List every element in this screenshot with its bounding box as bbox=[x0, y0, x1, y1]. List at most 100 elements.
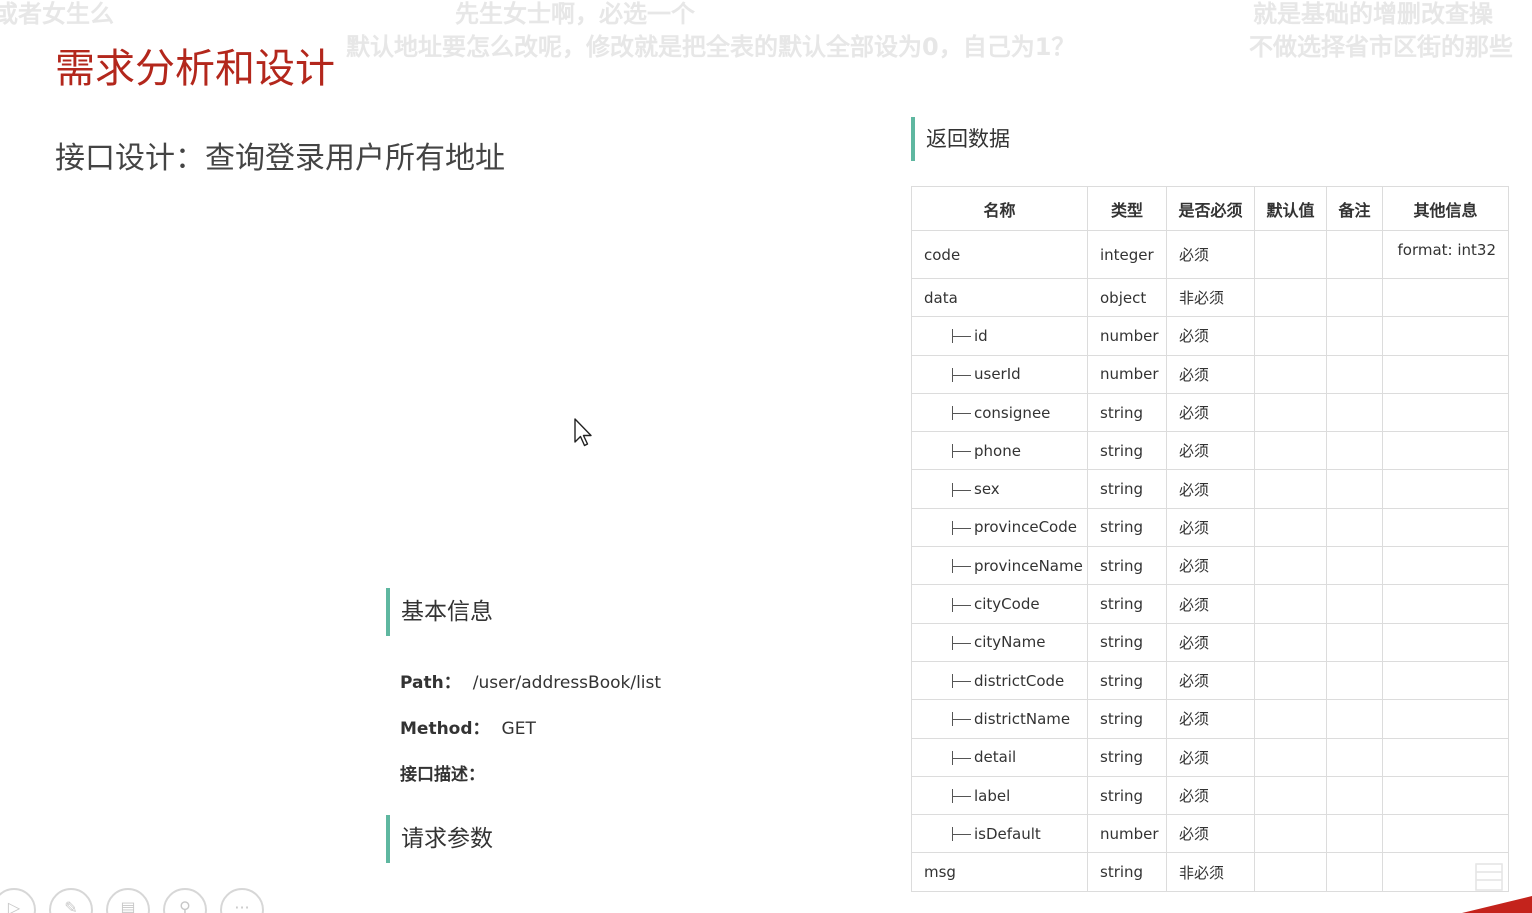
field-name: id bbox=[974, 326, 988, 345]
field-name: districtCode bbox=[974, 671, 1065, 690]
zoom-icon[interactable]: ⚲ bbox=[163, 888, 207, 913]
cell-required: 必须 bbox=[1166, 699, 1255, 739]
cell-name: sex bbox=[911, 469, 1088, 509]
slide-title: 需求分析和设计 bbox=[55, 46, 335, 92]
cell-note bbox=[1326, 584, 1383, 624]
basic-info-heading: 基本信息 bbox=[386, 588, 493, 636]
table-row: sex string 必须 bbox=[911, 469, 1509, 509]
field-name: data bbox=[924, 288, 958, 307]
cell-name: detail bbox=[911, 737, 1088, 777]
cell-default bbox=[1254, 622, 1327, 662]
cell-other bbox=[1382, 660, 1509, 701]
table-row: districtName string 必须 bbox=[911, 699, 1509, 739]
cell-type: object bbox=[1087, 277, 1167, 318]
column-header-type: 类型 bbox=[1087, 186, 1167, 231]
tree-branch-icon bbox=[952, 597, 972, 612]
table-row: provinceName string 必须 bbox=[911, 546, 1509, 586]
cell-name: data bbox=[911, 277, 1088, 318]
more-icon[interactable]: ··· bbox=[220, 888, 264, 913]
corner-logo-icon bbox=[1462, 863, 1532, 913]
cell-default bbox=[1254, 546, 1327, 586]
table-row: code integer 必须 format: int32 bbox=[911, 230, 1509, 279]
cell-type: string bbox=[1087, 660, 1167, 701]
cell-other bbox=[1382, 354, 1509, 394]
mouse-pointer-icon bbox=[574, 418, 592, 447]
cell-other bbox=[1382, 469, 1509, 509]
cell-note bbox=[1326, 392, 1383, 433]
field-name: sex bbox=[974, 480, 1000, 499]
cell-other bbox=[1382, 431, 1509, 471]
cell-type: string bbox=[1087, 584, 1167, 624]
cell-type: string bbox=[1087, 546, 1167, 586]
cell-other bbox=[1382, 392, 1509, 433]
play-icon[interactable]: ▷ bbox=[0, 888, 36, 913]
cell-note bbox=[1326, 507, 1383, 548]
cell-note bbox=[1326, 431, 1383, 471]
cell-name: cityName bbox=[911, 622, 1088, 662]
field-name: provinceName bbox=[974, 556, 1083, 575]
field-name: msg bbox=[924, 863, 956, 882]
tree-branch-icon bbox=[952, 750, 972, 765]
slides-icon[interactable]: ▤ bbox=[106, 888, 150, 913]
cell-required: 必须 bbox=[1166, 814, 1255, 854]
cell-required: 必须 bbox=[1166, 622, 1255, 662]
tree-branch-icon bbox=[952, 674, 972, 689]
pen-icon[interactable]: ✎ bbox=[49, 888, 93, 913]
path-value: /user/addressBook/list bbox=[472, 673, 662, 693]
cell-name: provinceName bbox=[911, 546, 1088, 586]
cell-note bbox=[1326, 230, 1383, 279]
cell-name: districtCode bbox=[911, 660, 1088, 701]
field-name: provinceCode bbox=[974, 518, 1077, 537]
cell-required: 必须 bbox=[1166, 737, 1255, 777]
cell-type: string bbox=[1087, 469, 1167, 509]
cell-other: format: int32 bbox=[1382, 230, 1509, 279]
table-row: cityName string 必须 bbox=[911, 622, 1509, 662]
cell-note bbox=[1326, 737, 1383, 777]
tree-branch-icon bbox=[952, 827, 972, 842]
column-header-name: 名称 bbox=[911, 186, 1088, 231]
cell-note bbox=[1326, 775, 1383, 816]
field-name: cityCode bbox=[974, 595, 1040, 614]
column-header-default: 默认值 bbox=[1254, 186, 1327, 231]
cell-required: 必须 bbox=[1166, 354, 1255, 394]
table-row: phone string 必须 bbox=[911, 431, 1509, 471]
table-row: userId number 必须 bbox=[911, 354, 1509, 394]
column-header-note: 备注 bbox=[1326, 186, 1383, 231]
field-name: userId bbox=[974, 365, 1021, 384]
field-name: code bbox=[924, 245, 961, 264]
table-row: provinceCode string 必须 bbox=[911, 507, 1509, 548]
danmaku-comment: 不做选择省市区街的那些 bbox=[1249, 33, 1513, 61]
cell-required: 必须 bbox=[1166, 507, 1255, 548]
path-label: Path： bbox=[400, 673, 461, 693]
cell-name: label bbox=[911, 775, 1088, 816]
cell-required: 必须 bbox=[1166, 546, 1255, 586]
method-value: GET bbox=[501, 719, 536, 739]
tree-branch-icon bbox=[952, 635, 972, 650]
request-params-heading: 请求参数 bbox=[386, 815, 493, 863]
table-row: label string 必须 bbox=[911, 775, 1509, 816]
cell-note bbox=[1326, 622, 1383, 662]
cell-default bbox=[1254, 699, 1327, 739]
danmaku-comment: 默认地址要怎么改呢，修改就是把全表的默认全部设为0，自己为1？ bbox=[346, 33, 1076, 61]
tree-branch-icon bbox=[952, 520, 972, 535]
table-header-row: 名称 类型 是否必须 默认值 备注 其他信息 bbox=[911, 186, 1509, 231]
cell-other bbox=[1382, 699, 1509, 739]
cell-note bbox=[1326, 852, 1383, 892]
cell-default bbox=[1254, 775, 1327, 816]
danmaku-comment: 先生女士啊，必选一个 bbox=[455, 0, 695, 28]
cell-note bbox=[1326, 277, 1383, 318]
tree-branch-icon bbox=[952, 712, 972, 727]
cell-default bbox=[1254, 852, 1327, 892]
cell-required: 非必须 bbox=[1166, 277, 1255, 318]
cell-type: number bbox=[1087, 354, 1167, 394]
field-name: consignee bbox=[974, 403, 1051, 422]
slide-subtitle: 接口设计：查询登录用户所有地址 bbox=[55, 141, 505, 176]
cell-note bbox=[1326, 316, 1383, 356]
presentation-toolbar: ▷ ✎ ▤ ⚲ ··· bbox=[0, 888, 264, 913]
cell-name: code bbox=[911, 230, 1088, 279]
cell-type: string bbox=[1087, 775, 1167, 816]
cell-name: msg bbox=[911, 852, 1088, 892]
cell-required: 必须 bbox=[1166, 469, 1255, 509]
danmaku-comment: 或者女生么 bbox=[0, 0, 114, 28]
tree-branch-icon bbox=[952, 444, 972, 459]
